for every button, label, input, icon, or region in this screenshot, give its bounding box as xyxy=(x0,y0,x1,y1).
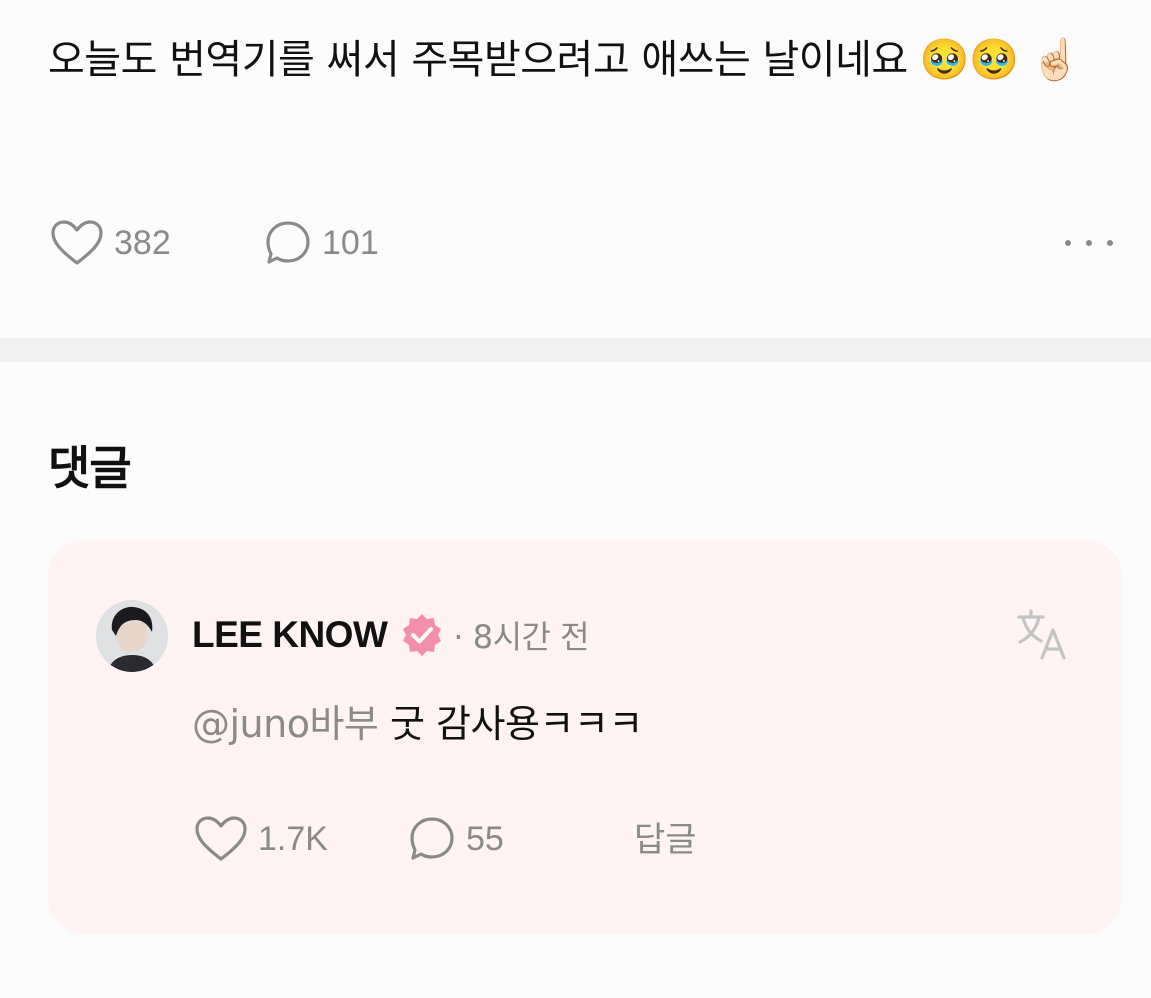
translate-button[interactable] xyxy=(1016,608,1070,662)
post: 오늘도 번역기를 써서 주목받으려고 애쓰는 날이네요 🥹🥹 ☝🏻 382 10… xyxy=(0,0,1151,338)
post-comment-count: 101 xyxy=(322,223,379,262)
translate-icon xyxy=(1017,609,1066,660)
heart-icon xyxy=(51,220,103,265)
verified-badge-icon xyxy=(403,614,442,656)
comment-body: @juno바부 굿 감사용ㅋㅋㅋ xyxy=(192,696,643,752)
comment-actions: 1.7K 55 답글 xyxy=(194,812,894,868)
section-divider xyxy=(0,338,1151,362)
more-options-button[interactable] xyxy=(1065,226,1115,260)
post-text: 오늘도 번역기를 써서 주목받으려고 애쓰는 날이네요 🥹🥹 ☝🏻 xyxy=(48,37,1081,83)
comment-reply-count-button[interactable]: 55 xyxy=(408,812,504,866)
comment-timestamp: · 8시간 전 xyxy=(453,618,590,656)
post-like-count: 382 xyxy=(114,223,171,262)
comment-bubble-icon xyxy=(410,817,454,860)
post-actions: 382 101 xyxy=(50,216,1115,270)
heart-icon xyxy=(195,816,247,861)
comment-card: LEE KNOW · 8시간 전 @juno바부 굿 감사용ㅋㅋㅋ 1.7K 5… xyxy=(48,540,1122,934)
avatar-image xyxy=(96,600,168,672)
comment-like-button[interactable]: 1.7K xyxy=(194,812,328,866)
comment-reply-count: 55 xyxy=(466,819,504,858)
comment-author-row: LEE KNOW · 8시간 전 xyxy=(192,610,590,660)
comment-text: 굿 감사용ㅋㅋㅋ xyxy=(378,702,643,746)
comment-mention[interactable]: @juno바부 xyxy=(192,702,379,746)
comments-title: 댓글 xyxy=(48,441,132,495)
post-like-button[interactable]: 382 xyxy=(50,216,171,270)
comment-author-name[interactable]: LEE KNOW xyxy=(192,614,388,656)
comment-bubble-icon xyxy=(266,221,310,264)
comment-like-count: 1.7K xyxy=(258,819,328,858)
post-comment-button[interactable]: 101 xyxy=(264,216,379,270)
more-horizontal-icon xyxy=(1065,240,1071,246)
reply-button[interactable]: 답글 xyxy=(634,812,697,868)
avatar[interactable] xyxy=(96,600,168,672)
